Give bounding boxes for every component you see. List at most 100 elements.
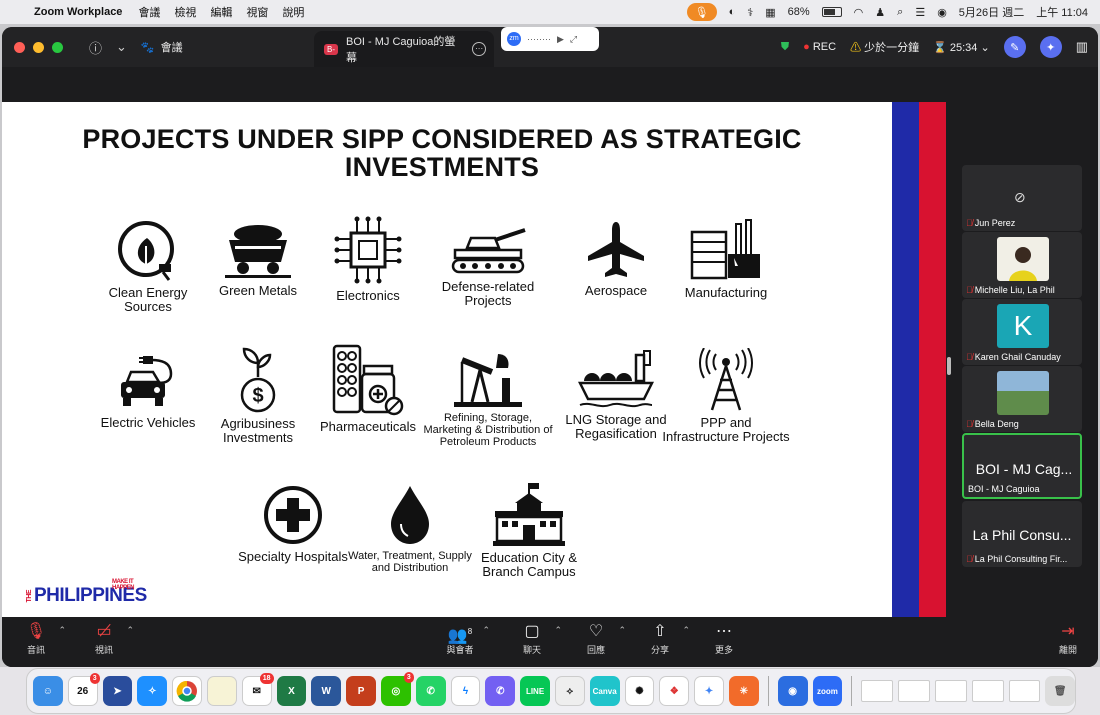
participant-tile[interactable]: 🎙̸ Bella Deng bbox=[962, 366, 1082, 432]
menu-edit[interactable]: 編輯 bbox=[210, 4, 232, 20]
participant-tile[interactable]: ⊘ 🎙̸ Jun Perez bbox=[962, 165, 1082, 231]
minimized-window[interactable] bbox=[971, 680, 1004, 702]
minimized-window[interactable] bbox=[861, 680, 894, 702]
battery-icon[interactable] bbox=[821, 7, 842, 17]
minimize-window-button[interactable] bbox=[33, 41, 44, 53]
more-button[interactable]: ⋯ 更多 bbox=[702, 621, 746, 656]
item-water: Water, Treatment, Supply and Distributio… bbox=[345, 484, 475, 574]
menu-view[interactable]: 檢視 bbox=[174, 4, 196, 20]
share-tab-title: BOI - MJ Caguioa的螢幕 bbox=[346, 36, 456, 64]
word-icon[interactable]: W bbox=[311, 676, 342, 706]
notes-icon[interactable] bbox=[206, 676, 237, 706]
mic-in-use-icon[interactable]: 🎙 bbox=[686, 3, 717, 21]
zoom-window-button[interactable] bbox=[52, 41, 63, 53]
navigation-app-icon[interactable]: ➤ bbox=[102, 676, 133, 706]
line-icon[interactable]: LINE bbox=[520, 676, 550, 706]
chevron-up-icon[interactable]: ⌃ bbox=[482, 625, 490, 636]
gemini-icon[interactable]: ✦ bbox=[694, 676, 724, 706]
leave-button[interactable]: ⇥ 離開 bbox=[1046, 621, 1090, 656]
powerpoint-icon[interactable]: P bbox=[346, 676, 376, 706]
wechat-badge: 3 bbox=[403, 672, 414, 683]
calculator-icon[interactable]: ▦ bbox=[765, 6, 775, 19]
timer-text: 25:34 bbox=[949, 41, 978, 54]
ai-companion-icon[interactable]: ✦ bbox=[1039, 36, 1062, 58]
status-icon[interactable]: ◐ bbox=[729, 6, 736, 18]
mic-muted-icon: 🎙̸ bbox=[966, 352, 973, 362]
play-icon[interactable]: ▶ bbox=[557, 34, 564, 45]
floating-share-control[interactable]: zm ········ ▶ ⤢ bbox=[501, 27, 599, 51]
calendar-icon[interactable]: 26 3 bbox=[67, 673, 100, 706]
participant-tile-active-speaker[interactable]: BOI - MJ Cag... BOI - MJ Caguioa bbox=[962, 433, 1082, 499]
audio-button[interactable]: 🎙 音訊 ⌃ bbox=[14, 621, 66, 656]
participant-tile[interactable]: La Phil Consu... 🎙̸ La Phil Consulting Fi… bbox=[962, 501, 1082, 567]
excel-icon[interactable]: X bbox=[276, 676, 307, 706]
item-defense: Defense-related Projects bbox=[423, 228, 553, 308]
canva-icon[interactable]: Canva bbox=[589, 676, 620, 706]
app-menu[interactable]: Zoom Workplace bbox=[34, 6, 122, 18]
meeting-toolbar: 🎙 音訊 ⌃ ▭̸ 視訊 ⌃ 👥8 與會者 ⌃ ▢ 聊天 ⌃ ♡ 回應 ⌃ ⇧ … bbox=[2, 617, 1098, 667]
factory-icon bbox=[690, 219, 760, 280]
trash-icon[interactable]: 🗑 bbox=[1045, 676, 1076, 706]
clock-time[interactable]: 上午 11:04 bbox=[1036, 4, 1088, 20]
close-window-button[interactable] bbox=[14, 41, 25, 53]
messenger-icon[interactable]: ϟ bbox=[450, 676, 481, 706]
clock-date[interactable]: 5月26日 週二 bbox=[959, 4, 1024, 20]
react-button[interactable]: ♡ 回應 ⌃ bbox=[574, 621, 626, 656]
tray-icon[interactable]: ⚕ bbox=[747, 6, 753, 19]
wechat-icon[interactable]: ◎ 3 bbox=[380, 672, 414, 706]
expand-icon[interactable]: ⤢ bbox=[570, 34, 577, 45]
menu-help[interactable]: 說明 bbox=[282, 4, 304, 20]
user-icon[interactable]: ♟ bbox=[875, 6, 885, 19]
chatgpt-icon[interactable]: ✺ bbox=[624, 676, 655, 706]
chevron-up-icon[interactable]: ⌃ bbox=[126, 625, 134, 636]
safari-icon[interactable]: ✧ bbox=[137, 676, 168, 706]
leaf-plug-icon bbox=[118, 221, 174, 281]
wifi-icon[interactable]: ◠ bbox=[854, 6, 864, 19]
panel-resize-handle[interactable] bbox=[947, 357, 951, 375]
share-button[interactable]: ⇧ 分享 ⌃ bbox=[638, 621, 690, 656]
shield-icon[interactable]: ⛊ bbox=[781, 41, 789, 54]
chevron-up-icon[interactable]: ⌃ bbox=[682, 625, 690, 636]
chevron-up-icon[interactable]: ⌃ bbox=[618, 625, 626, 636]
whiteboard-pen-icon[interactable]: ✎ bbox=[1003, 36, 1026, 58]
video-button[interactable]: ▭̸ 視訊 ⌃ bbox=[82, 621, 134, 656]
participant-tile[interactable]: 🎙̸ Michelle Liu, La Phil bbox=[962, 232, 1082, 298]
chat-button[interactable]: ▢ 聊天 ⌃ bbox=[510, 621, 562, 656]
oil-pump-icon bbox=[454, 354, 522, 407]
view-layout-icon[interactable]: ▥ bbox=[1076, 39, 1088, 55]
whatsapp-icon[interactable]: ✆ bbox=[415, 676, 446, 706]
participant-name: Bella Deng bbox=[974, 419, 1019, 429]
finder-icon[interactable]: ☺ bbox=[33, 676, 63, 706]
item-hospitals: Specialty Hospitals bbox=[228, 484, 358, 564]
mail-icon[interactable]: ✉ 18 bbox=[241, 673, 274, 706]
app-icon[interactable]: ◉ bbox=[777, 676, 808, 706]
claude-icon[interactable]: ✳ bbox=[728, 676, 759, 706]
zoom-icon[interactable]: zoom bbox=[812, 676, 843, 706]
hourglass-icon: ⌛ bbox=[933, 41, 947, 54]
participant-tile[interactable]: K 🎙̸ Karen Ghail Canuday bbox=[962, 299, 1082, 365]
minimized-window[interactable] bbox=[898, 680, 930, 702]
info-icon[interactable]: ⓘ bbox=[89, 38, 102, 57]
control-center-icon[interactable]: ☰ bbox=[915, 6, 925, 19]
spotlight-search-icon[interactable]: ⌕ bbox=[897, 6, 903, 19]
participants-button[interactable]: 👥8 與會者 ⌃ bbox=[438, 621, 490, 656]
copilot-icon[interactable]: ❖ bbox=[659, 676, 690, 706]
meeting-timer[interactable]: ⌛ 25:34 ⌄ bbox=[933, 41, 990, 54]
menu-meeting[interactable]: 會議 bbox=[138, 4, 160, 20]
siri-icon[interactable]: ◉ bbox=[937, 6, 947, 19]
chrome-icon[interactable] bbox=[172, 676, 202, 706]
chevron-down-icon[interactable]: ⌄ bbox=[116, 39, 127, 55]
screen-share-tab[interactable]: B- BOI - MJ Caguioa的螢幕 ··· bbox=[314, 31, 494, 67]
menu-window[interactable]: 視窗 bbox=[246, 4, 268, 20]
chevron-up-icon[interactable]: ⌃ bbox=[554, 625, 562, 636]
minimized-window[interactable] bbox=[1008, 680, 1041, 702]
more-options-icon[interactable]: ··· bbox=[472, 42, 486, 56]
minimized-window[interactable] bbox=[934, 680, 967, 702]
chevron-up-icon[interactable]: ⌃ bbox=[58, 625, 66, 636]
meeting-tab[interactable]: 🐾 會議 bbox=[141, 39, 183, 55]
recording-indicator[interactable]: ● REC bbox=[803, 41, 836, 53]
app-icon[interactable]: ⟡ bbox=[554, 676, 585, 706]
viber-icon[interactable]: ✆ bbox=[485, 676, 516, 706]
svg-text:$: $ bbox=[252, 385, 263, 407]
time-warning[interactable]: ⚠ 少於一分鐘 bbox=[850, 39, 919, 55]
